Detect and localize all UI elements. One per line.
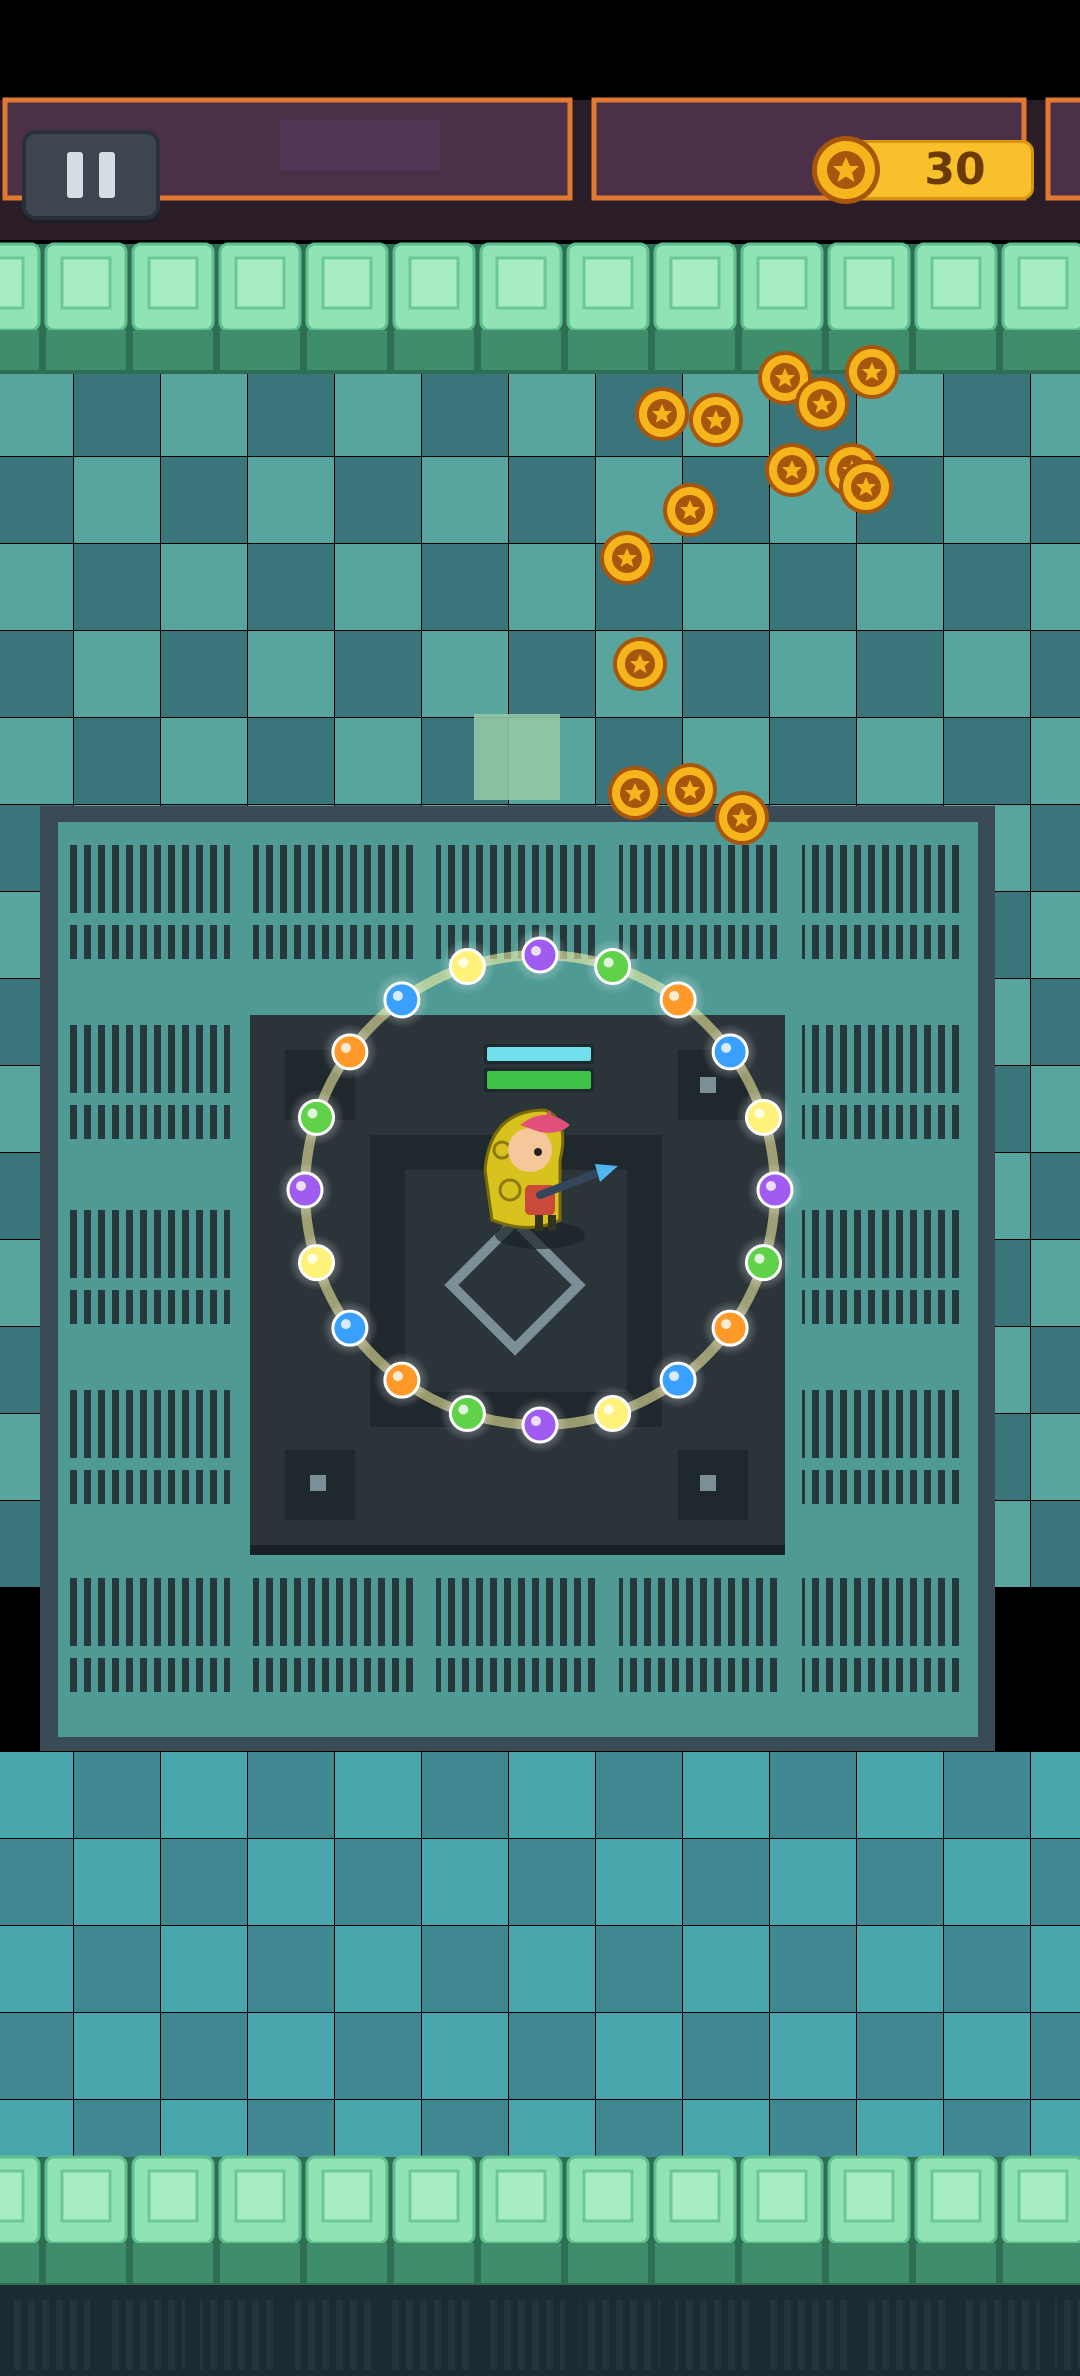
shield-bar-fill xyxy=(487,1047,591,1061)
orbit-orb xyxy=(594,1394,632,1432)
pause-icon xyxy=(59,152,123,198)
orbit-orb xyxy=(331,1309,369,1347)
coin-pickup xyxy=(613,637,667,691)
coin-counter: 30 xyxy=(810,134,1036,206)
coin-pickup xyxy=(765,443,819,497)
game-stage[interactable]: 30 xyxy=(0,0,1080,2376)
orbit-orb xyxy=(448,1394,486,1432)
coin-count: 30 xyxy=(924,144,986,195)
star-coin-icon xyxy=(812,136,880,204)
orbit-orb xyxy=(659,981,697,1019)
top-wall xyxy=(0,242,1080,374)
coin-pickup xyxy=(689,393,743,447)
highlight-tile xyxy=(474,714,560,800)
status-bar-area xyxy=(0,0,1080,100)
orbit-orb xyxy=(331,1033,369,1071)
orbit-orb xyxy=(744,1244,782,1282)
coin-pickup xyxy=(663,483,717,537)
coin-pickup xyxy=(839,460,893,514)
coin-pickup xyxy=(663,763,717,817)
orbit-orb xyxy=(521,936,559,974)
coin-pickup xyxy=(635,387,689,441)
orbit-orb xyxy=(383,1361,421,1399)
pause-button[interactable] xyxy=(22,130,160,220)
coin-pickup xyxy=(600,531,654,585)
orbit-orb xyxy=(298,1244,336,1282)
orbit-orb xyxy=(383,981,421,1019)
orbit-orb xyxy=(298,1098,336,1136)
bottom-wall xyxy=(0,2155,1080,2287)
orbit-orb xyxy=(286,1171,324,1209)
orbit-orb xyxy=(756,1171,794,1209)
orbit-orb xyxy=(594,948,632,986)
coin-pickup xyxy=(608,766,662,820)
coin-pickup xyxy=(795,377,849,431)
orbit-orb xyxy=(659,1361,697,1399)
orbit-orb xyxy=(744,1098,782,1136)
orbit-orb xyxy=(711,1033,749,1071)
game-scene xyxy=(0,0,1080,2376)
health-bar-fill xyxy=(487,1071,591,1089)
coin-pickup xyxy=(715,791,769,845)
coin-pickup xyxy=(845,345,899,399)
orbit-orb xyxy=(521,1406,559,1444)
orbit-orb xyxy=(711,1309,749,1347)
orbit-orb xyxy=(448,948,486,986)
